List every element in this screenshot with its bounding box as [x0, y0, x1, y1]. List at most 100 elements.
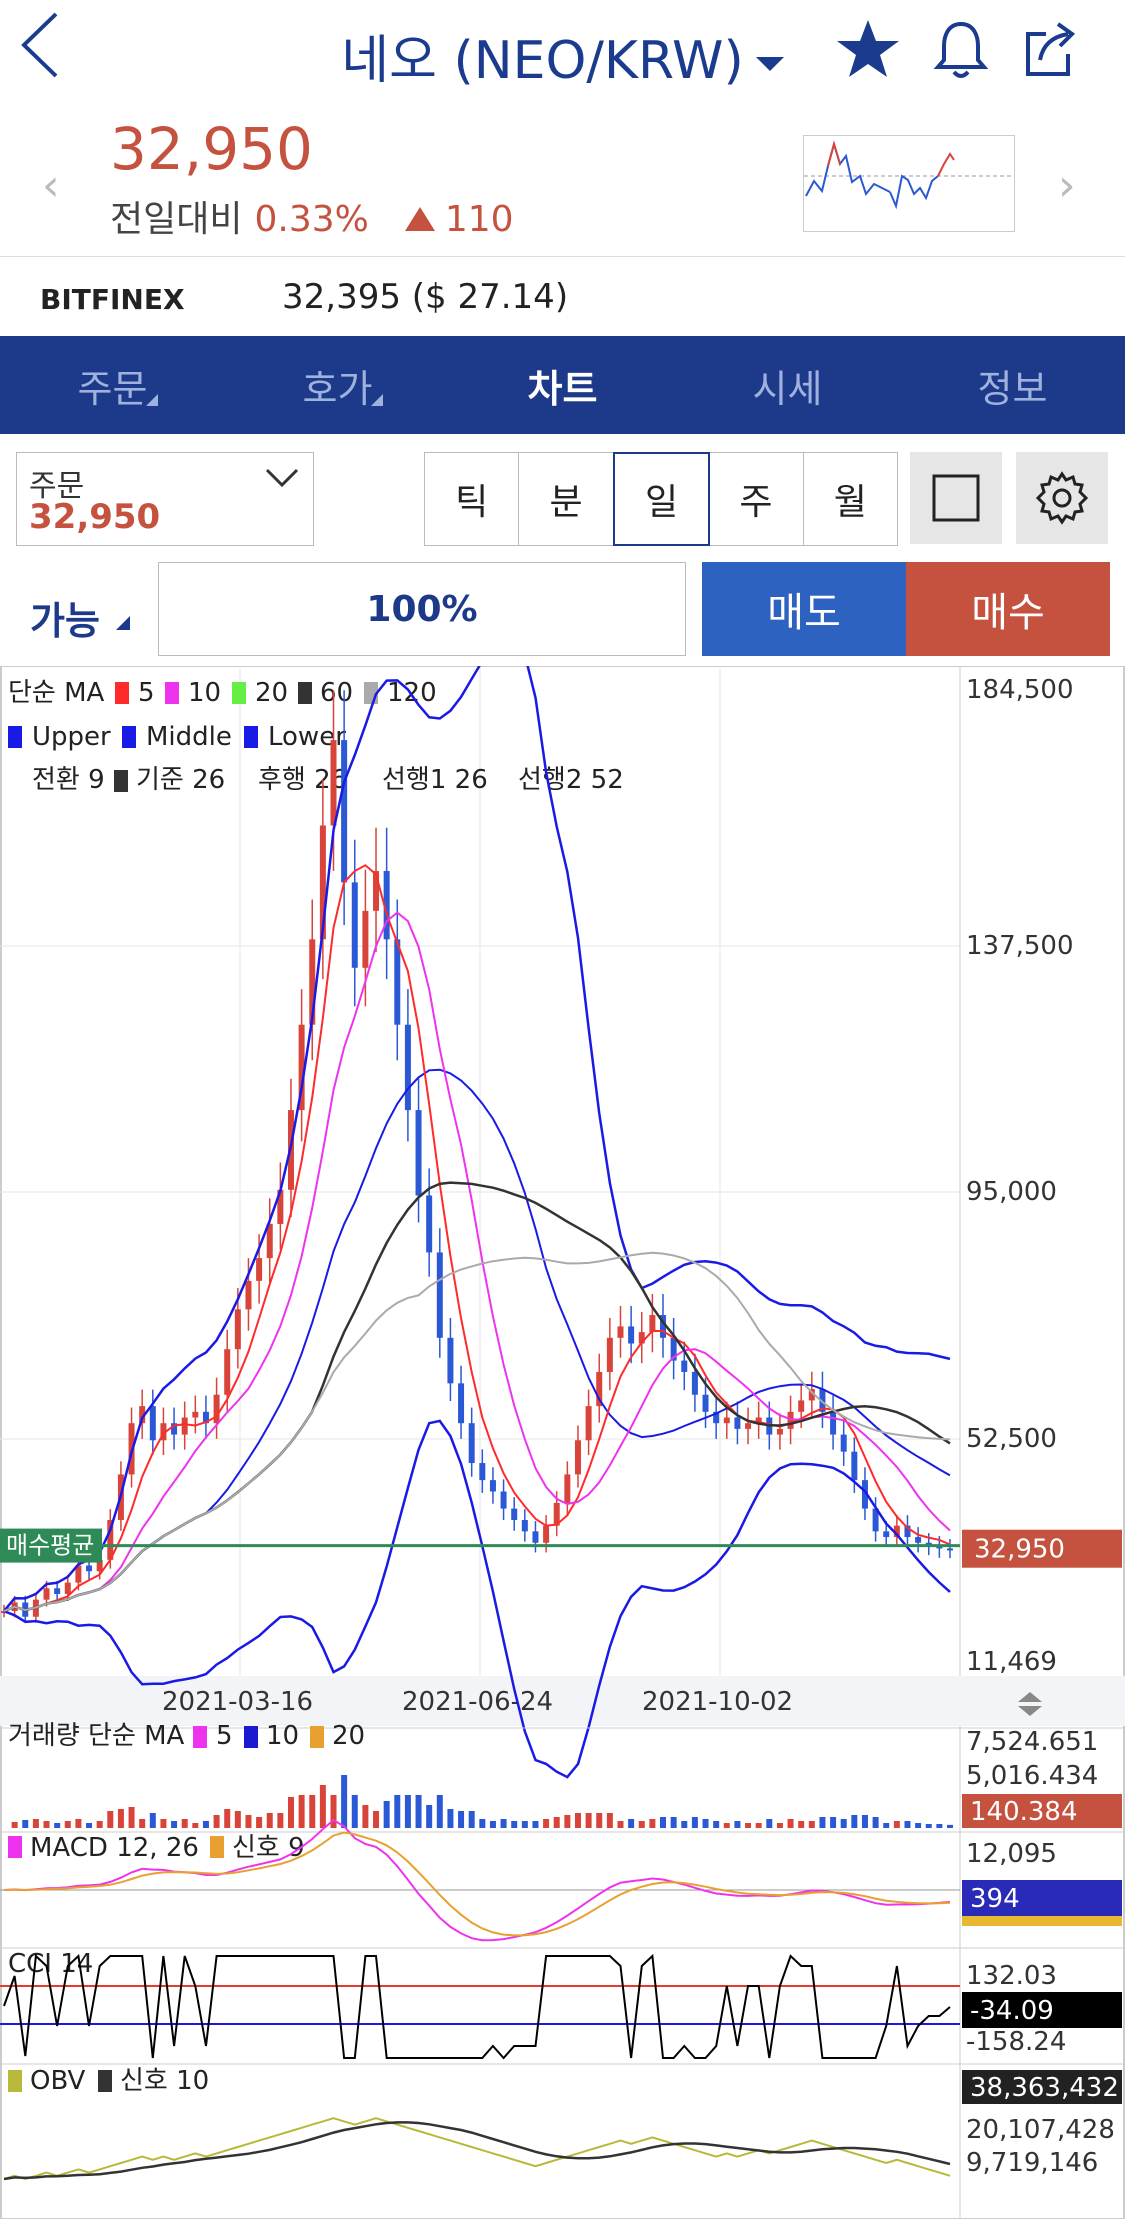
candle-body — [691, 1371, 698, 1395]
volume-bar — [351, 1795, 358, 1828]
volume-bar — [160, 1819, 167, 1828]
volume-bar — [840, 1819, 847, 1828]
volume-bar — [819, 1817, 826, 1828]
volume-bar — [426, 1805, 433, 1828]
volume-bar — [436, 1795, 443, 1828]
chart-settings-button[interactable] — [1016, 452, 1108, 544]
candle-body — [776, 1428, 783, 1435]
volume-bar — [691, 1817, 698, 1828]
tab-orderbook-label: 호가 — [302, 366, 373, 411]
next-coin-arrow-icon[interactable]: › — [1058, 160, 1076, 211]
percent-input[interactable]: 100% — [158, 562, 686, 656]
change-percent: 0.33% — [254, 199, 369, 240]
price-chart[interactable]: 단순 MA 5 10 20 60 120 Upper Middle Lower … — [0, 666, 1125, 2219]
volume-bar — [766, 1819, 773, 1828]
period-month-button[interactable]: 월 — [804, 453, 897, 545]
volume-bar — [468, 1811, 475, 1828]
y-tick-0: 184,500 — [966, 675, 1074, 705]
candle-body — [447, 1337, 454, 1384]
volume-bar — [947, 1824, 953, 1828]
legend-ma5-swatch — [115, 682, 129, 704]
tab-info[interactable]: 정보 — [900, 336, 1125, 434]
tab-info-label: 정보 — [977, 366, 1048, 411]
period-tick-button[interactable]: 틱 — [425, 453, 520, 545]
legend-ma20-swatch — [232, 682, 246, 704]
volume-bar — [298, 1795, 305, 1828]
volume-bar — [171, 1821, 178, 1828]
prev-coin-arrow-icon[interactable]: ‹ — [42, 160, 60, 211]
candle-body — [479, 1463, 486, 1481]
candle-body — [883, 1531, 890, 1538]
volume-bar — [64, 1821, 71, 1828]
volume-bar — [638, 1821, 645, 1828]
macd-signal-swatch — [210, 1836, 224, 1858]
candle-body — [224, 1349, 231, 1395]
volume-ma20: 20 — [332, 1721, 365, 1751]
sell-button[interactable]: 매도 — [702, 562, 906, 656]
candle-body — [511, 1508, 518, 1520]
tab-bar: 주문 호가 차트 시세 정보 — [0, 336, 1125, 434]
volume-y-1: 5,016.434 — [966, 1761, 1098, 1791]
x-tick-0: 2021-03-16 — [162, 1687, 313, 1717]
mini-chart[interactable] — [803, 135, 1015, 232]
period-week-button[interactable]: 주 — [709, 453, 804, 545]
order-price-select[interactable]: 주문 32,950 — [16, 452, 314, 546]
available-selector[interactable]: 가능 — [30, 590, 100, 645]
tab-chart[interactable]: 차트 — [450, 336, 675, 434]
volume-bar — [11, 1822, 18, 1828]
legend-ichimoku-1: 기준 26 — [136, 765, 225, 795]
candle-body — [192, 1411, 199, 1418]
tab-order[interactable]: 주문 — [0, 336, 225, 434]
volume-bar — [224, 1809, 231, 1828]
volume-bar — [394, 1795, 401, 1828]
share-icon[interactable] — [1016, 14, 1086, 84]
period-day-button[interactable]: 일 — [612, 452, 711, 546]
average-buy-label: 매수평균 — [6, 1532, 94, 1560]
candle-body — [606, 1337, 613, 1372]
period-minute-button[interactable]: 분 — [519, 453, 614, 545]
star-icon[interactable] — [833, 14, 903, 84]
candle-body — [543, 1525, 550, 1543]
legend-ichimoku-3: 선행1 26 — [382, 765, 488, 795]
volume-bar — [213, 1815, 220, 1828]
volume-bar — [415, 1795, 422, 1828]
candle-body — [181, 1417, 188, 1435]
volume-bar — [192, 1823, 199, 1828]
chevron-down-icon — [265, 468, 299, 488]
legend-ichimoku-0: 전환 9 — [32, 765, 105, 795]
volume-bar — [309, 1795, 316, 1828]
candle-body — [574, 1440, 581, 1475]
bell-icon[interactable] — [926, 14, 996, 84]
volume-bar — [373, 1811, 380, 1828]
buy-button[interactable]: 매수 — [906, 562, 1110, 656]
legend-upper-swatch — [8, 726, 22, 748]
candle-body — [149, 1406, 156, 1441]
legend-ichimoku-4: 선행2 52 — [518, 765, 624, 795]
volume-bar — [234, 1811, 241, 1828]
legend-ma60-swatch — [298, 682, 312, 704]
volume-bar — [776, 1823, 783, 1828]
volume-ma10: 10 — [266, 1721, 299, 1751]
volume-bar — [745, 1823, 752, 1828]
volume-bar — [893, 1821, 900, 1828]
candle-body — [628, 1326, 635, 1344]
exchange-name: BITFINEX — [40, 283, 185, 316]
volume-bar — [128, 1807, 135, 1828]
volume-bar — [585, 1813, 592, 1828]
tab-market[interactable]: 시세 — [675, 336, 900, 434]
up-triangle-icon — [404, 207, 435, 231]
change-label: 전일대비 — [110, 199, 243, 240]
volume-bar — [86, 1823, 93, 1828]
candle-body — [830, 1411, 837, 1435]
candle-body — [468, 1423, 475, 1464]
legend-ma20: 20 — [255, 678, 288, 708]
candle-body — [745, 1423, 752, 1429]
volume-bar — [734, 1821, 741, 1828]
candle-body — [915, 1537, 922, 1543]
tab-orderbook[interactable]: 호가 — [225, 336, 450, 434]
volume-bar — [500, 1819, 507, 1828]
candle-body — [734, 1417, 741, 1429]
volume-bar — [830, 1817, 837, 1828]
candle-body — [585, 1406, 592, 1441]
fullscreen-button[interactable] — [910, 452, 1002, 544]
